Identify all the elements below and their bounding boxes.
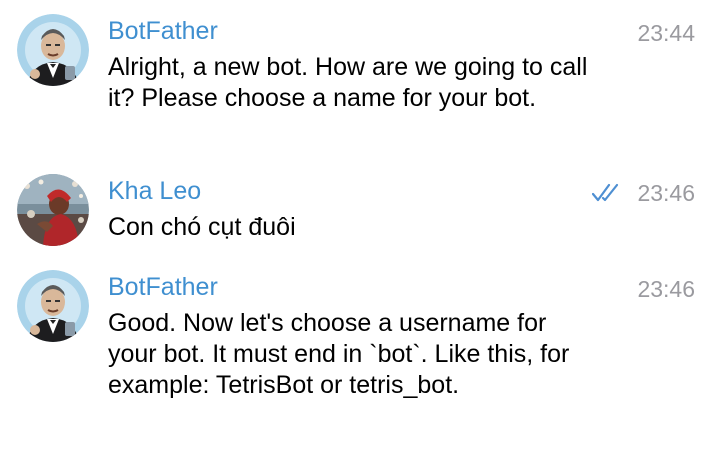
botfather-avatar-image [17,14,89,86]
botfather-avatar-image [17,270,89,342]
message-item: Kha Leo 23:46 Con chó cụt đuôi [0,170,724,250]
sender-name[interactable]: BotFather [108,271,218,303]
message-text: Good. Now let's choose a username for yo… [108,309,570,399]
sender-name[interactable]: Kha Leo [108,175,201,207]
message-text: Con chó cụt đuôi [108,213,296,241]
message-item: BotFather 23:44 Alright, a new bot. How … [0,10,724,150]
message-timestamp: 23:46 [637,180,695,206]
message-timestamp: 23:44 [637,20,695,46]
botfather-avatar[interactable] [17,270,89,342]
sender-name[interactable]: BotFather [108,15,218,47]
chat-history: BotFather 23:44 Alright, a new bot. How … [0,0,724,460]
message-text: Alright, a new bot. How are we going to … [108,53,588,112]
botfather-avatar[interactable] [17,14,89,86]
message-timestamp: 23:46 [637,276,695,302]
user-photo-avatar[interactable] [17,174,89,246]
message-item: BotFather 23:46 Good. Now let's choose a… [0,266,724,446]
read-double-check-icon [592,182,622,204]
user-photo-avatar-image [17,174,89,246]
